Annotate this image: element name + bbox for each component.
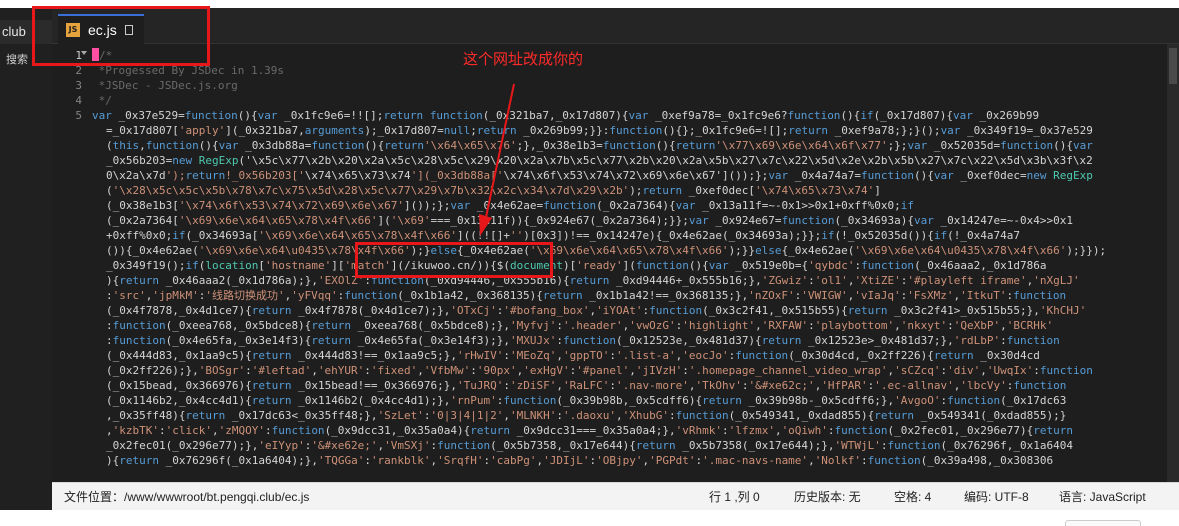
line-number: 3	[75, 79, 82, 92]
status-bar: 文件位置：/www/wwwroot/bt.pengqi.club/ec.js 行…	[52, 482, 1179, 510]
indent-setting[interactable]: 空格: 4	[894, 483, 931, 511]
code-line: ()){_0x4e62ae('\x69\x6e\x64\u0435\x78\x4…	[106, 244, 1107, 257]
code-line: _0x349f19();if(location['hostname']['mat…	[106, 259, 1047, 272]
code-line: (_0x4f7878,_0x4d1ce7){return _0x4f7878(_…	[106, 304, 1087, 317]
code-line: :'src','jpMkM':'线路切换成功','yFVqq':function…	[106, 289, 1067, 302]
code-line: _0x56b203=new RegExp('\x5c\x77\x2b\x20\x…	[106, 154, 1093, 167]
code-line: (_0x2ff226);},'BOSgr':'#leftad','ehYUR':…	[106, 364, 1093, 377]
code-line: ){return _0x76296f(_0x1a6404);},'TQGGa':…	[106, 454, 1054, 467]
code-line: =_0x17d807['apply'](_0x321ba7,arguments)…	[106, 124, 1093, 137]
code-line: */	[92, 94, 112, 107]
encoding-setting[interactable]: 编码: UTF-8	[964, 483, 1029, 511]
code-line: :function(_0xeea768,_0x5bdce8){return _0…	[106, 319, 1054, 332]
code-line: var _0x37e529=function(){var _0x1fc9e6=!…	[92, 109, 1040, 122]
history-versions[interactable]: 历史版本: 无	[794, 483, 861, 511]
code-line: _0x2fec01(_0x296e77);},'eIYyp':'&#xe62e;…	[106, 439, 1073, 452]
code-line: ,_0x35ff48){return _0x17dc63<_0x35ff48;}…	[106, 409, 1067, 422]
line-number: 4	[75, 94, 82, 107]
bottom-strip	[0, 510, 1179, 526]
vertical-scrollbar[interactable]	[1167, 44, 1179, 482]
code-line: +0xff%0x0;if(_0x34693a['\x69\x6e\x64\x65…	[106, 229, 1020, 242]
line-number-gutter: 1 2 3 4 5	[52, 44, 90, 482]
code-line: ,'kzbTK':'click','zMQOY':function(_0x9dc…	[106, 424, 1073, 437]
tab-highlight-box	[32, 6, 210, 66]
code-line: (this,function(){var _0x3db88a=function(…	[106, 139, 1093, 152]
annotation-note: 这个网址改成你的	[463, 50, 584, 68]
code-line: *JSDec - JSDec.js.org	[92, 79, 238, 92]
code-line: :function(_0x4e65fa,_0x3e14f3){return _0…	[106, 334, 1060, 347]
code-line: (_0x1146b2,_0x4cc4d1){return _0x1146b2(_…	[106, 394, 1067, 407]
url-highlight-box	[355, 242, 553, 278]
left-file-panel: club 搜索	[0, 8, 52, 526]
cursor-position[interactable]: 行 1 ,列 0	[709, 483, 760, 511]
code-area[interactable]: /* *Progessed By JSDec in 1.39s *JSDec -…	[92, 44, 1167, 482]
code-line: 0\x2a\x7d');return!_0x56b203['\x74\x65\x…	[106, 169, 1093, 182]
code-line: ){return _0x46aaa2(_0x1d786a);},'EXOlZ':…	[106, 274, 1080, 287]
code-line: ('\x28\x5c\x5c\x5b\x78\x7c\x75\x5d\x28\x…	[106, 184, 881, 197]
language-setting[interactable]: 语言: JavaScript	[1059, 483, 1146, 511]
file-path: 文件位置：/www/wwwroot/bt.pengqi.club/ec.js	[64, 490, 310, 504]
scrollbar-thumb[interactable]	[1169, 48, 1177, 84]
code-line: (_0x15bead,_0x366976){return _0x15bead!=…	[106, 379, 1067, 392]
editor-tab-bar: JS ec.js	[52, 8, 1179, 44]
code-line: (_0x2a7364['\x69\x6e\x64\x65\x78\x4f\x66…	[106, 214, 1073, 227]
bottom-button[interactable]	[1065, 520, 1141, 526]
code-line: (_0x38e1b3['\x74\x6f\x53\x74\x72\x69\x6e…	[106, 199, 915, 212]
line-number: 5	[75, 109, 82, 122]
search-label: 搜索	[6, 54, 28, 66]
code-editor[interactable]: 1 2 3 4 5 /* *Progessed By JSDec in 1.39…	[52, 44, 1179, 482]
code-line: (_0x444d83,_0x1aa9c5){return _0x444d83!=…	[106, 349, 1040, 362]
